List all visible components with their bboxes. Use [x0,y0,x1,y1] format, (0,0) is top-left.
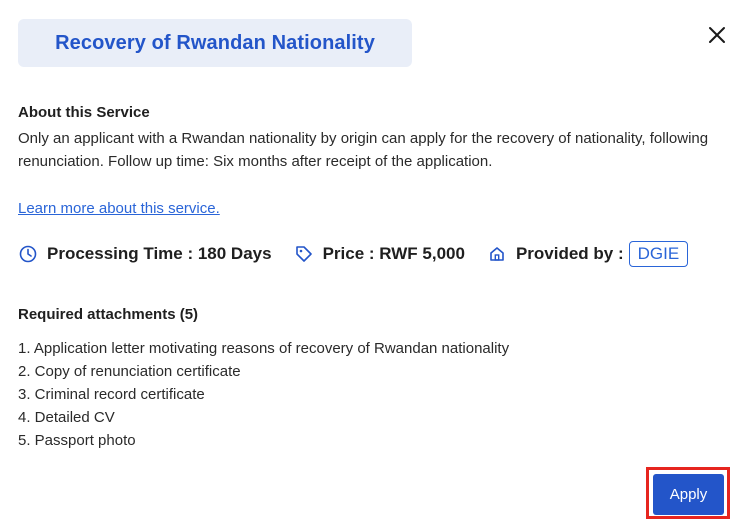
tag-icon [294,244,314,264]
provided-by: Provided by : DGIE [487,241,689,267]
attachments-list: 1. Application letter motivating reasons… [18,337,509,452]
title-badge: Recovery of Rwandan Nationality [18,19,412,67]
clock-icon [18,244,38,264]
list-item: 2. Copy of renunciation certificate [18,363,241,380]
close-icon [709,27,725,43]
processing-time-label: Processing Time : 180 Days [47,244,272,263]
price: Price : RWF 5,000 [294,244,465,264]
service-modal: Recovery of Rwandan Nationality About th… [0,0,740,531]
close-button[interactable] [703,21,731,49]
list-item: 5. Passport photo [18,432,136,449]
learn-more-link[interactable]: Learn more about this service. [18,200,220,217]
home-icon [487,244,507,264]
modal-title: Recovery of Rwandan Nationality [55,31,375,54]
price-label: Price : RWF 5,000 [322,244,465,263]
about-text: Only an applicant with a Rwandan nationa… [18,130,709,170]
provider-badge: DGIE [628,241,689,267]
about-heading: About this Service [18,104,150,121]
list-item: 1. Application letter motivating reasons… [18,340,510,357]
attachments-heading: Required attachments (5) [18,306,199,323]
list-item: 3. Criminal record certificate [18,386,205,403]
service-meta-row: Processing Time : 180 Days Price : RWF 5… [18,240,689,268]
list-item: 4. Detailed CV [18,409,115,426]
provided-by-label: Provided by : [515,244,624,263]
processing-time: Processing Time : 180 Days [18,244,272,264]
apply-button[interactable]: Apply [653,474,724,515]
